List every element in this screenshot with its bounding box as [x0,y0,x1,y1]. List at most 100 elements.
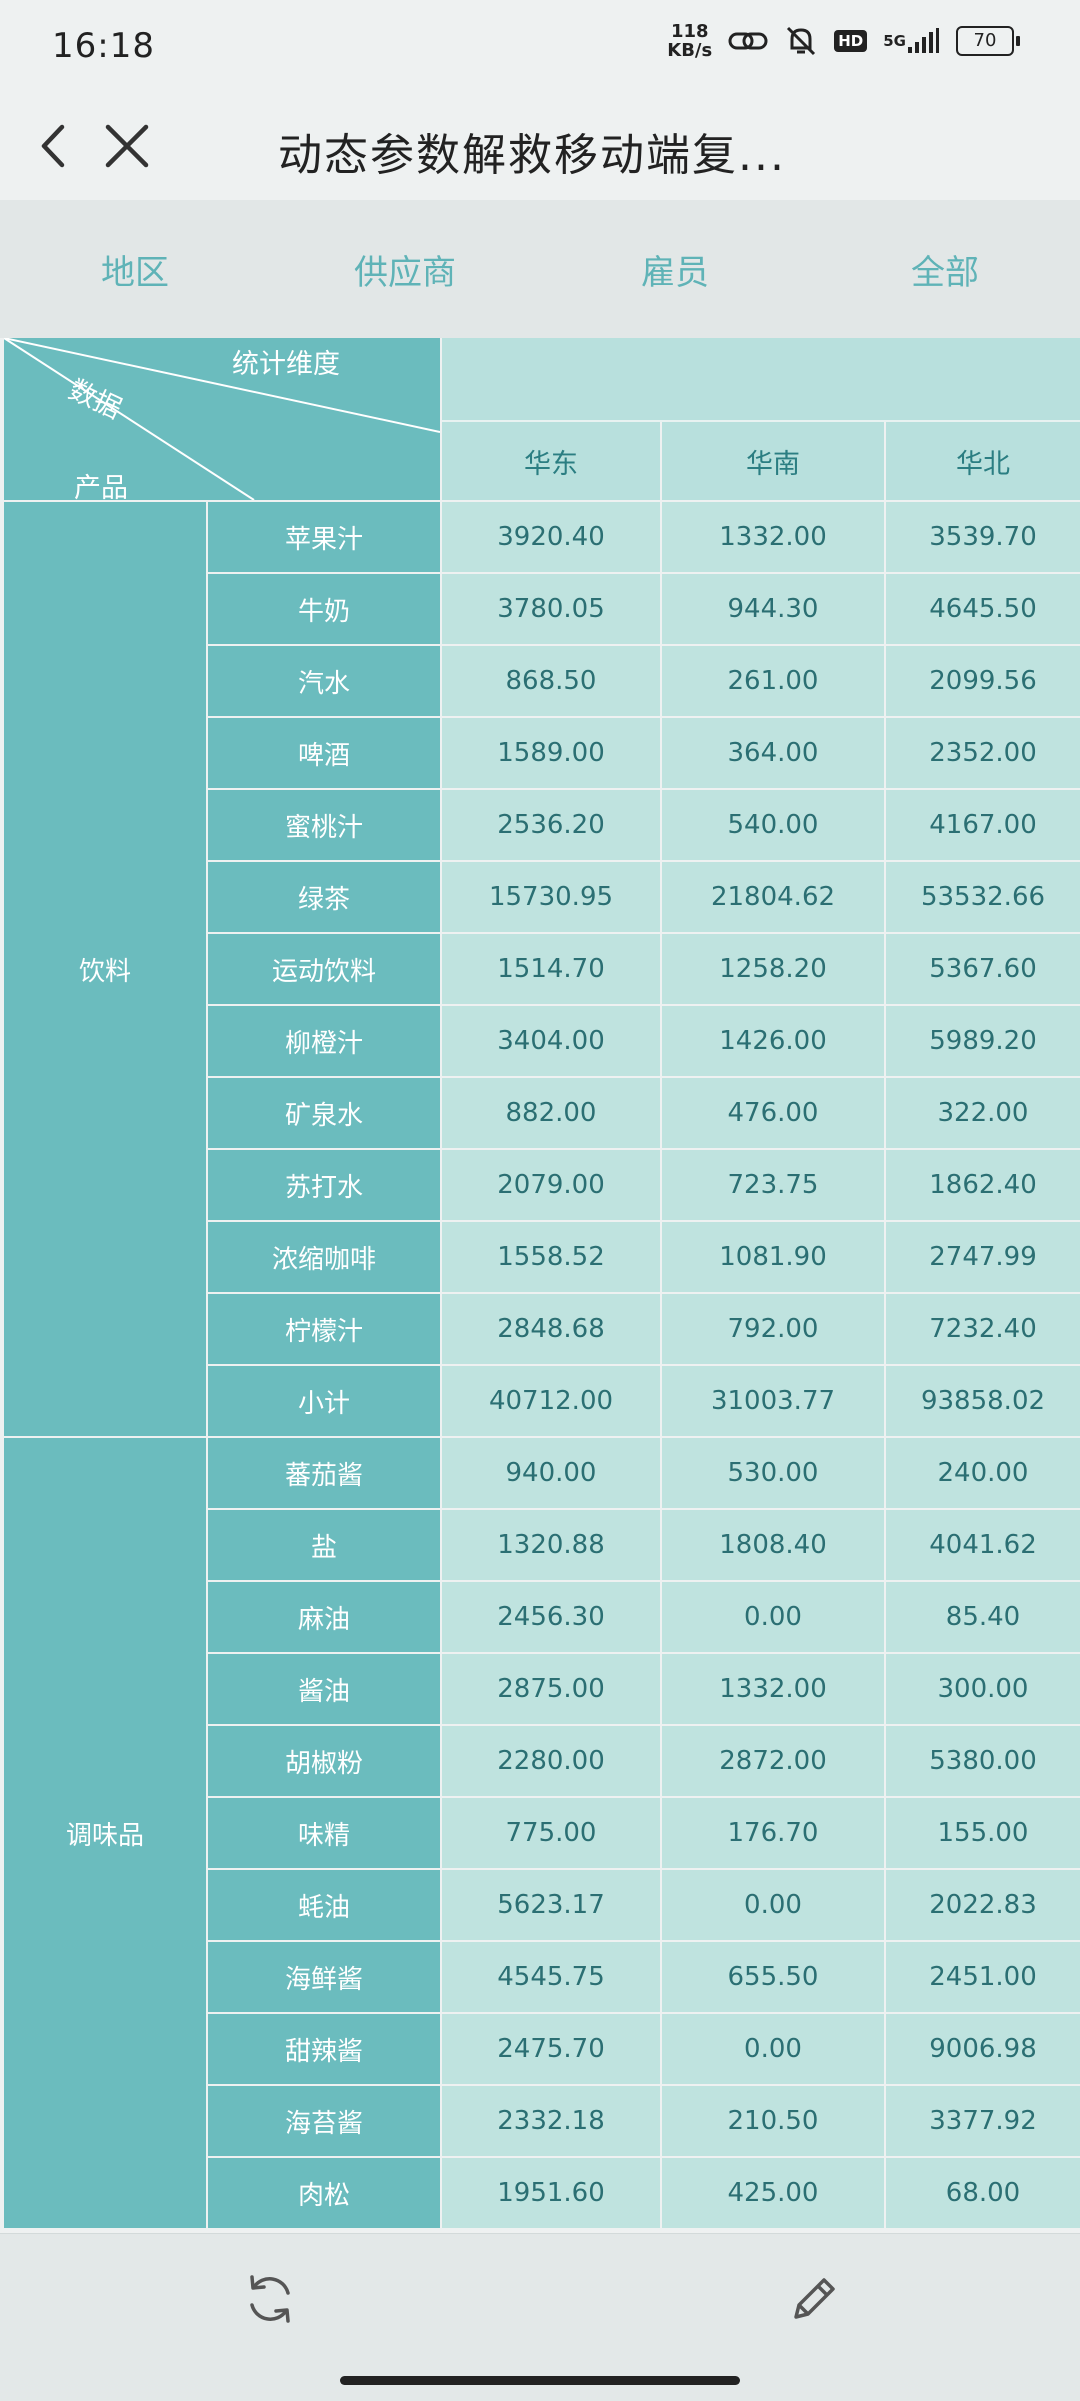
value-cell: 9006.98 [886,2014,1080,2084]
edit-button[interactable] [784,2269,844,2329]
value-cell: 240.00 [886,1438,1080,1508]
product-cell: 蜜桃汁 [208,790,440,860]
product-cell: 盐 [208,1510,440,1580]
product-cell: 胡椒粉 [208,1726,440,1796]
value-cell: 2332.18 [442,2086,660,2156]
product-cell: 浓缩咖啡 [208,1222,440,1292]
value-cell: 2099.56 [886,646,1080,716]
value-cell: 2848.68 [442,1294,660,1364]
column-header-south: 华南 [662,422,884,500]
status-icons: 118 KB/s HD 5G 70 [667,22,1020,60]
value-cell: 31003.77 [662,1366,884,1436]
product-cell: 绿茶 [208,862,440,932]
product-cell: 小计 [208,1366,440,1436]
value-cell: 2536.20 [442,790,660,860]
value-cell: 1951.60 [442,2158,660,2228]
product-cell: 酱油 [208,1654,440,1724]
back-button[interactable] [30,119,80,173]
value-cell: 2352.00 [886,718,1080,788]
product-cell: 蚝油 [208,1870,440,1940]
value-cell: 0.00 [662,2014,884,2084]
value-cell: 1558.52 [442,1222,660,1292]
value-cell: 882.00 [442,1078,660,1148]
home-indicator [340,2376,740,2385]
value-cell: 155.00 [886,1798,1080,1868]
value-cell: 1589.00 [442,718,660,788]
value-cell: 15730.95 [442,862,660,932]
product-cell: 啤酒 [208,718,440,788]
product-cell: 蕃茄酱 [208,1438,440,1508]
value-cell: 1258.20 [662,934,884,1004]
refresh-button[interactable] [240,2269,300,2329]
product-cell: 柠檬汁 [208,1294,440,1364]
value-cell: 2079.00 [442,1150,660,1220]
value-cell: 476.00 [662,1078,884,1148]
category-cell: 调味品 [4,1438,206,2228]
cellular-signal-icon: 5G [883,27,940,55]
value-cell: 1862.40 [886,1150,1080,1220]
value-cell: 1426.00 [662,1006,884,1076]
product-cell: 麻油 [208,1582,440,1652]
report-table[interactable]: 统计维度 数据 产品 华东 华南 华北 饮料 苹果汁 3920.40 1332.00 3… [0,338,1080,2233]
value-cell: 1514.70 [442,934,660,1004]
value-cell: 4041.62 [886,1510,1080,1580]
status-time: 16:18 [52,26,155,66]
value-cell: 530.00 [662,1438,884,1508]
tab-all[interactable]: 全部 [810,200,1080,338]
value-cell: 2456.30 [442,1582,660,1652]
value-cell: 261.00 [662,646,884,716]
tab-employee[interactable]: 雇员 [540,200,810,338]
value-cell: 176.70 [662,1798,884,1868]
header-span-cell [442,338,1080,422]
product-cell: 柳橙汁 [208,1006,440,1076]
title-bar: 动态参数解救移动端复... [0,95,1080,200]
tab-bar: 地区 供应商 雇员 全部 [0,200,1080,338]
value-cell: 3539.70 [886,502,1080,572]
value-cell: 2872.00 [662,1726,884,1796]
value-cell: 93858.02 [886,1366,1080,1436]
value-cell: 3920.40 [442,502,660,572]
category-cell: 饮料 [4,502,206,1436]
column-header-north: 华北 [886,422,1080,500]
corner-diagonal-lines [4,338,440,500]
value-cell: 2747.99 [886,1222,1080,1292]
link-icon [728,27,768,55]
value-cell: 5367.60 [886,934,1080,1004]
value-cell: 210.50 [662,2086,884,2156]
close-button[interactable] [100,119,154,173]
value-cell: 322.00 [886,1078,1080,1148]
product-cell: 海苔酱 [208,2086,440,2156]
product-cell: 甜辣酱 [208,2014,440,2084]
product-cell: 海鲜酱 [208,1942,440,2012]
value-cell: 944.30 [662,574,884,644]
product-cell: 运动饮料 [208,934,440,1004]
value-cell: 723.75 [662,1150,884,1220]
status-bar: 16:18 118 KB/s HD 5G 70 [0,0,1080,95]
value-cell: 940.00 [442,1438,660,1508]
product-cell: 牛奶 [208,574,440,644]
value-cell: 775.00 [442,1798,660,1868]
value-cell: 4645.50 [886,574,1080,644]
chevron-left-icon [41,124,65,168]
value-cell: 2451.00 [886,1942,1080,2012]
value-cell: 655.50 [662,1942,884,2012]
close-icon [105,124,149,168]
value-cell: 21804.62 [662,862,884,932]
value-cell: 7232.40 [886,1294,1080,1364]
column-header-east: 华东 [442,422,660,500]
value-cell: 2875.00 [442,1654,660,1724]
tab-region[interactable]: 地区 [0,200,270,338]
value-cell: 425.00 [662,2158,884,2228]
tab-supplier[interactable]: 供应商 [270,200,540,338]
bell-muted-icon [784,24,818,58]
value-cell: 1808.40 [662,1510,884,1580]
value-cell: 68.00 [886,2158,1080,2228]
value-cell: 4545.75 [442,1942,660,2012]
hd-badge: HD [834,30,868,52]
table-corner-header: 统计维度 数据 产品 [4,338,440,500]
battery-icon: 70 [956,26,1020,56]
value-cell: 1332.00 [662,502,884,572]
value-cell: 868.50 [442,646,660,716]
refresh-icon [250,2275,290,2323]
value-cell: 0.00 [662,1582,884,1652]
